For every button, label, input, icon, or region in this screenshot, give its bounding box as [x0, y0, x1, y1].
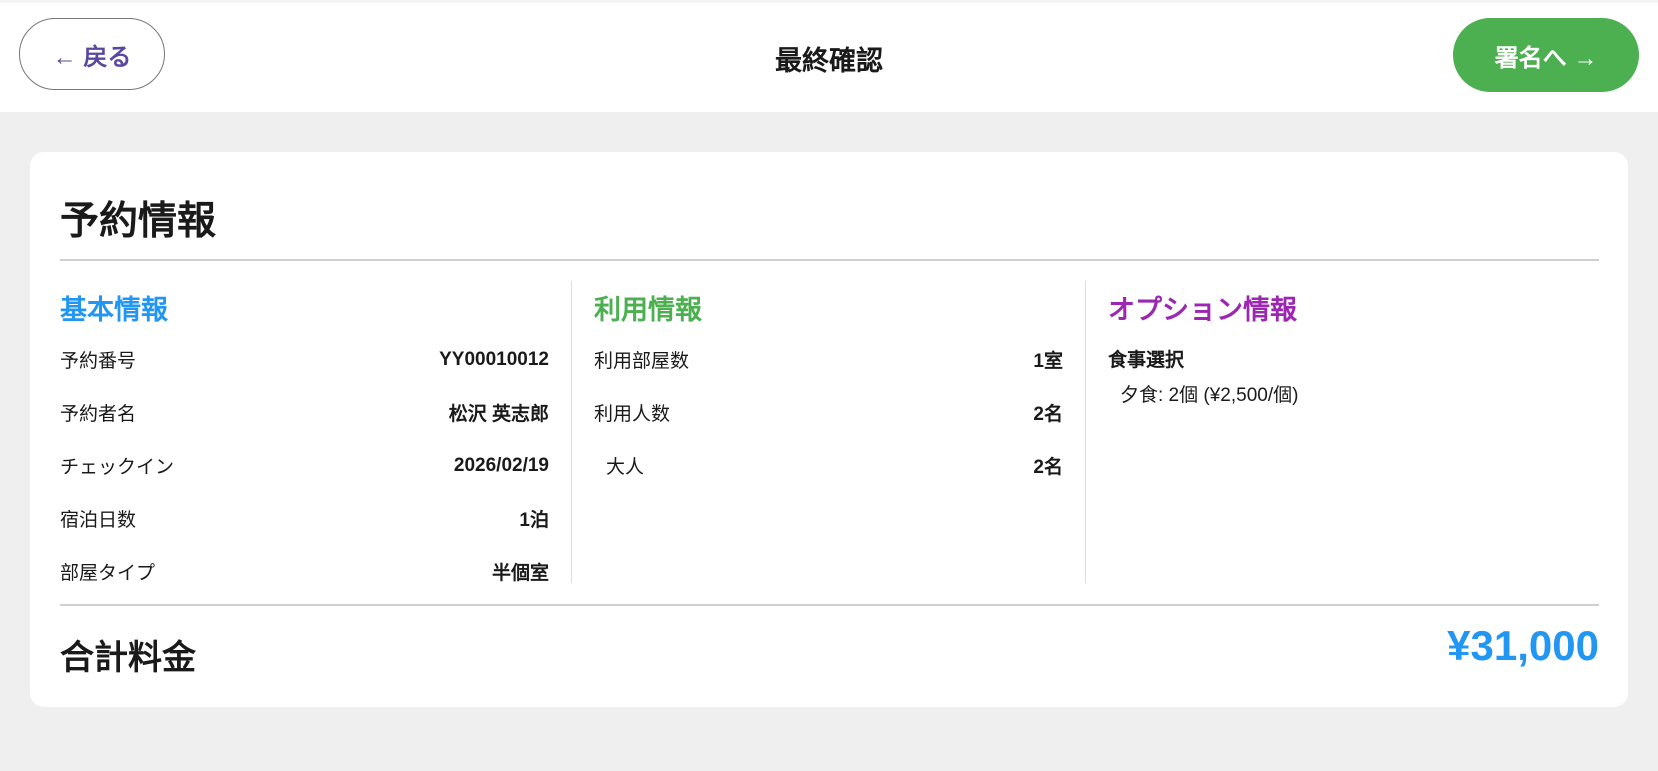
- usage-info-column: 利用情報 利用部屋数 1室 利用人数 2名 大人 2名: [572, 281, 1086, 583]
- divider: [60, 259, 1599, 261]
- info-row: 利用人数 2名: [594, 386, 1063, 439]
- row-value: 松沢 英志郎: [448, 404, 549, 425]
- divider: [60, 604, 1599, 606]
- total-amount: ¥31,000: [1447, 622, 1599, 669]
- reservation-card: 予約情報 基本情報 予約番号 YY00010012 予約者名 松沢 英志郎 チェック…: [30, 152, 1628, 707]
- card-title: 予約情報: [60, 200, 217, 243]
- row-label: 部屋タイプ: [60, 563, 156, 584]
- row-label: 利用人数: [594, 404, 671, 425]
- option-info-column: オプション情報 食事選択 夕食: 2個 (¥2,500/個): [1086, 281, 1599, 583]
- meal-option-item: 夕食: 2個 (¥2,500/個): [1120, 385, 1299, 406]
- row-label: 予約者名: [60, 404, 137, 425]
- info-row: 宿泊日数 1泊: [60, 492, 549, 545]
- row-value: 2名: [1033, 404, 1063, 425]
- info-row: 大人 2名: [594, 439, 1063, 492]
- row-label: 予約番号: [60, 351, 137, 372]
- total-label: 合計料金: [60, 639, 196, 677]
- basic-info-heading: 基本情報: [60, 295, 168, 325]
- row-value: 2026/02/19: [453, 454, 549, 476]
- info-row: 予約番号 YY00010012: [60, 333, 549, 386]
- row-label: チェックイン: [60, 457, 175, 478]
- row-label: 宿泊日数: [60, 510, 137, 531]
- info-row: 部屋タイプ 半個室: [60, 545, 549, 598]
- row-value: YY00010012: [439, 348, 549, 370]
- basic-info-column: 基本情報 予約番号 YY00010012 予約者名 松沢 英志郎 チェックイン 202…: [60, 281, 572, 584]
- info-row: 利用部屋数 1室: [594, 333, 1063, 386]
- row-value: 半個室: [491, 563, 549, 584]
- row-value: 1室: [1033, 351, 1063, 372]
- row-value: 1泊: [519, 510, 549, 531]
- row-value: 2名: [1033, 457, 1063, 478]
- row-label: 利用部屋数: [594, 351, 690, 372]
- info-row: 予約者名 松沢 英志郎: [60, 386, 549, 439]
- proceed-to-signature-button[interactable]: 署名へ →: [1453, 18, 1639, 92]
- page-title: 最終確認: [775, 46, 883, 76]
- usage-info-heading: 利用情報: [594, 295, 702, 325]
- meal-selection-heading: 食事選択: [1108, 349, 1185, 371]
- option-info-heading: オプション情報: [1108, 295, 1297, 325]
- row-label: 大人: [606, 457, 645, 478]
- info-row: チェックイン 2026/02/19: [60, 439, 549, 492]
- header-bar: ← 戻る 最終確認 署名へ →: [0, 3, 1658, 112]
